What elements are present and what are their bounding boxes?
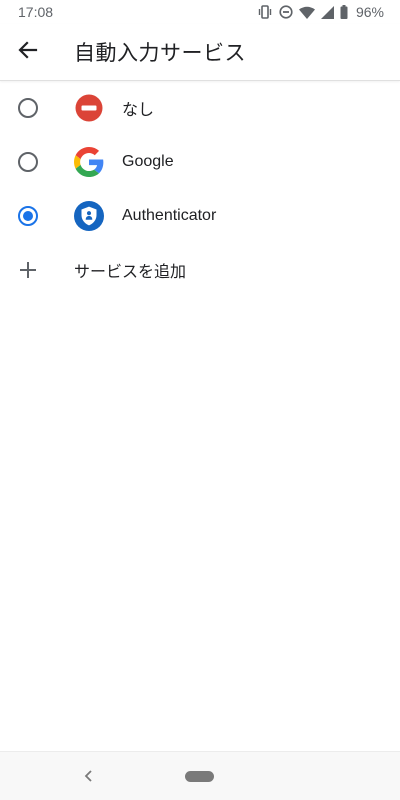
status-icons: 96%: [257, 4, 384, 20]
radio-google[interactable]: [18, 152, 38, 172]
do-not-disturb-icon: [279, 5, 293, 19]
none-icon: [74, 93, 104, 123]
google-logo-icon: [74, 147, 104, 177]
plus-icon: [18, 260, 38, 280]
authenticator-icon: [74, 201, 104, 231]
wifi-icon: [298, 6, 315, 19]
option-none[interactable]: なし: [0, 81, 400, 135]
option-label: Authenticator: [122, 207, 217, 224]
status-time: 17:08: [18, 4, 54, 20]
app-bar: 自動入力サービス: [0, 24, 400, 81]
option-label: Google: [122, 153, 174, 170]
autofill-service-list: なし Google Authenticator サービスを追加: [0, 81, 400, 297]
battery-icon: [340, 5, 348, 19]
home-pill-icon[interactable]: [185, 771, 214, 782]
nav-back-icon[interactable]: [80, 767, 98, 785]
page-title: 自動入力サービス: [74, 42, 246, 65]
option-google[interactable]: Google: [0, 135, 400, 189]
screen: 17:08 96% 自動入力サービス なし Google Authenticat…: [0, 0, 400, 800]
status-bar: 17:08 96%: [0, 0, 400, 24]
add-service-button[interactable]: サービスを追加: [0, 243, 400, 297]
back-button[interactable]: [0, 24, 56, 80]
add-service-label: サービスを追加: [74, 264, 187, 281]
arrow-back-icon: [18, 40, 38, 65]
option-label: なし: [122, 102, 155, 119]
radio-authenticator[interactable]: [18, 206, 38, 226]
option-authenticator[interactable]: Authenticator: [0, 189, 400, 243]
battery-percent: 96%: [355, 4, 384, 20]
vibrate-icon: [257, 5, 273, 19]
radio-none[interactable]: [18, 98, 38, 118]
cell-signal-icon: [320, 5, 334, 19]
navigation-bar: [0, 751, 400, 800]
